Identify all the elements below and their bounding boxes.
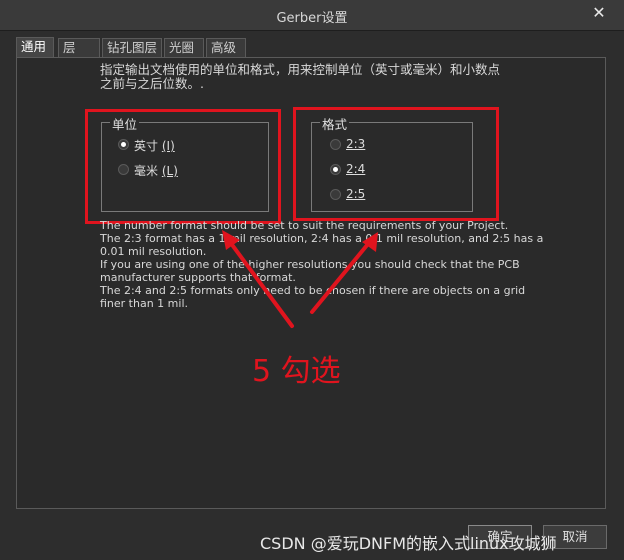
- arrow-head-units: [222, 230, 240, 250]
- annotation-arrows: [222, 230, 378, 328]
- arrow-to-units: [228, 240, 294, 328]
- watermark-text: CSDN @爱玩DNFM的嵌入式linux攻城狮: [260, 534, 557, 553]
- arrow-to-format: [310, 242, 370, 314]
- annotation-label: 5 勾选: [252, 354, 341, 389]
